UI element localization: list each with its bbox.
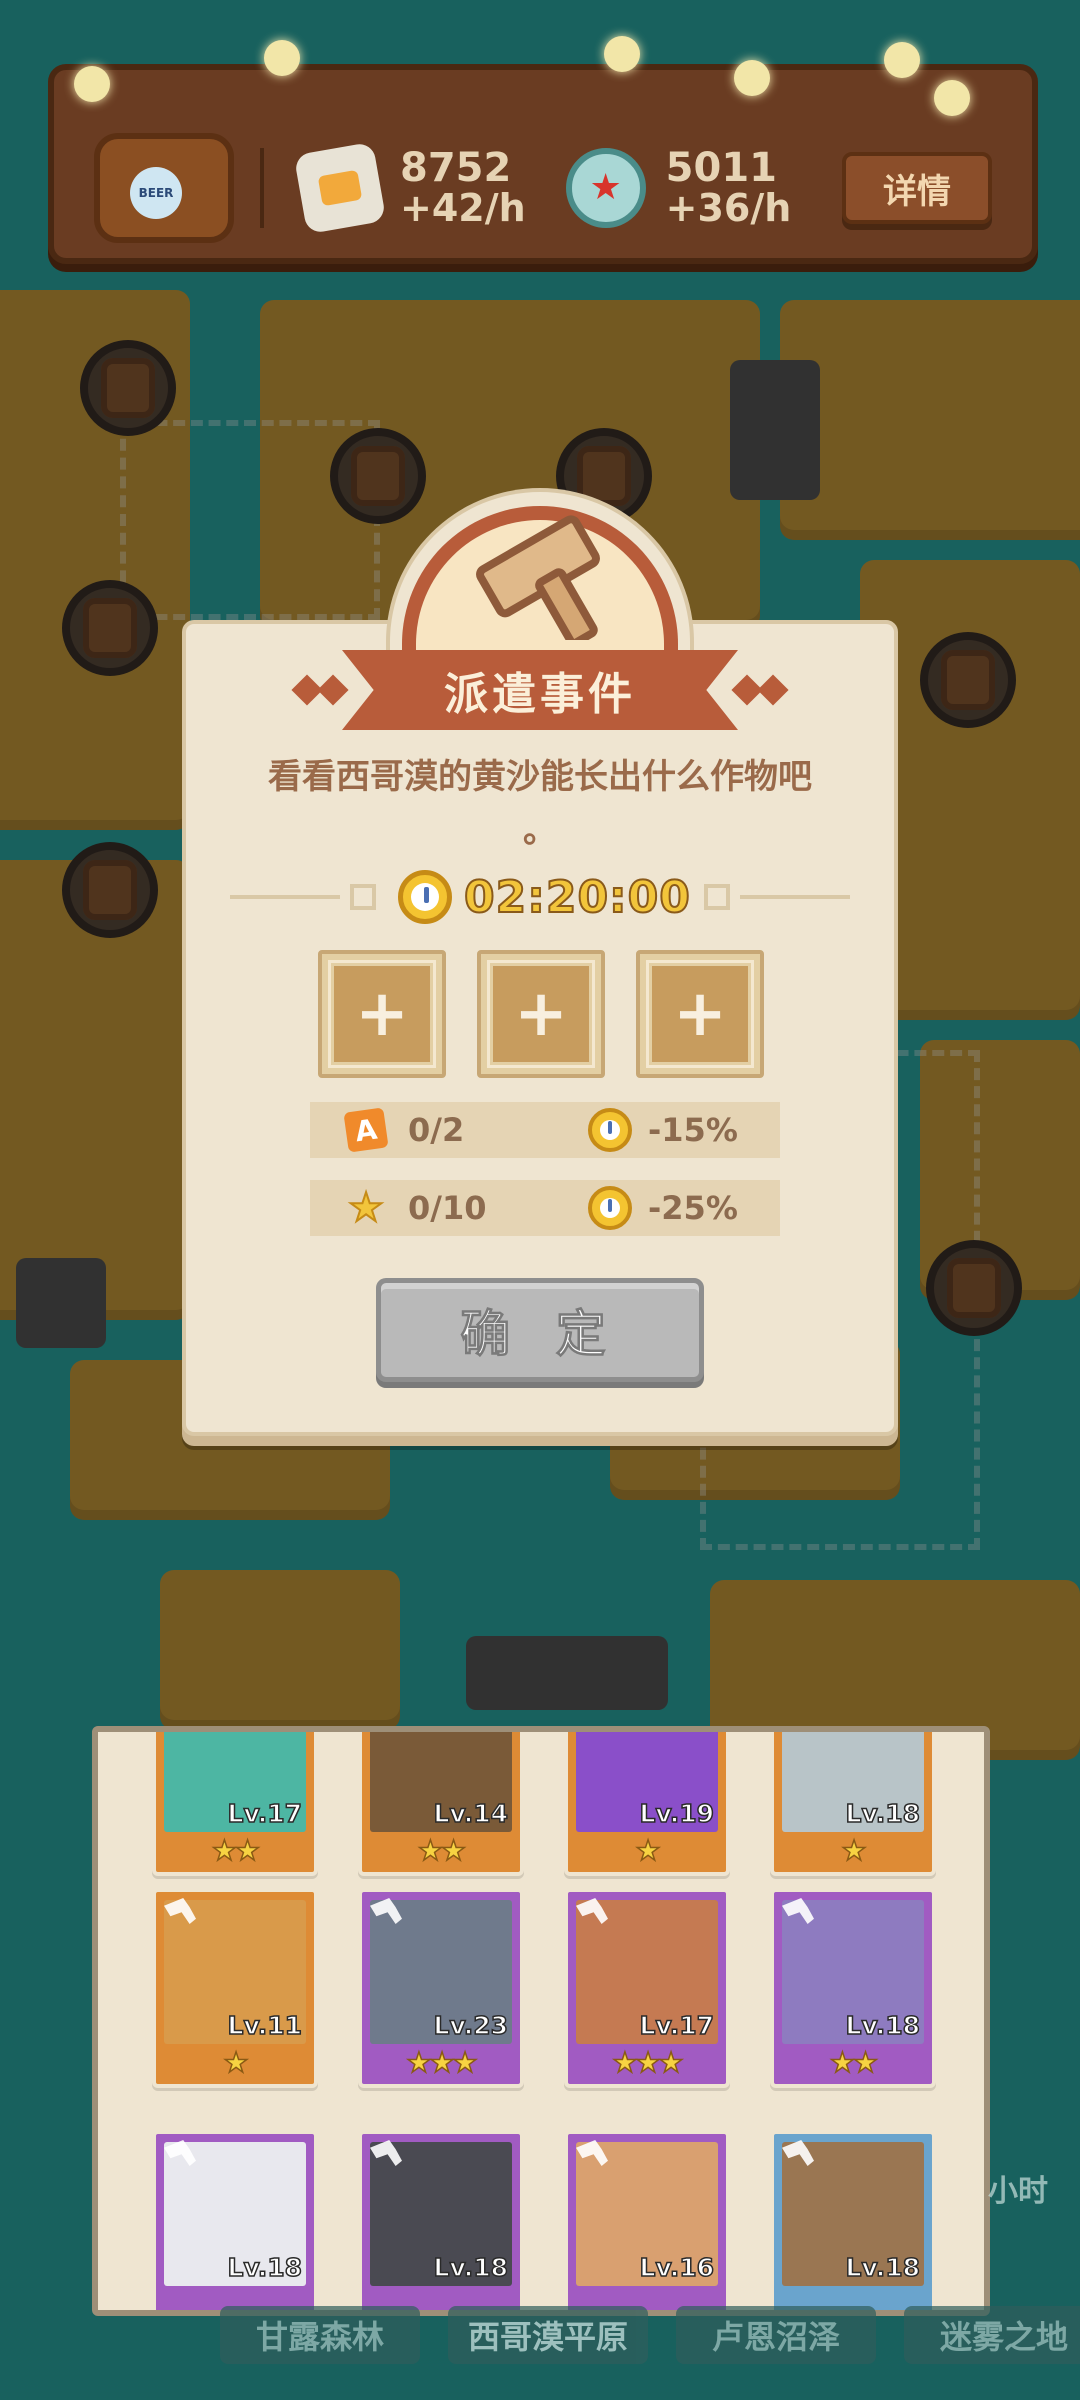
character-card[interactable]: Lv.16 xyxy=(564,2130,730,2310)
star-icon: ★ xyxy=(347,1185,385,1231)
beer-barrel-icon[interactable]: BEER xyxy=(94,133,234,243)
character-slot[interactable]: + xyxy=(318,950,446,1078)
character-card[interactable]: Lv.23 ★★★ xyxy=(358,1888,524,2088)
dispatch-slots: + + + xyxy=(318,950,764,1078)
dialog-description: 看看西哥漠的黄沙能长出什么作物吧 。 xyxy=(182,750,898,859)
add-icon: + xyxy=(673,977,727,1051)
character-card[interactable]: Lv.18 ★★ xyxy=(770,1888,936,2088)
divider xyxy=(260,148,264,228)
bottle-cap-icon xyxy=(565,147,646,228)
tab-misty-land[interactable]: 迷雾之地 xyxy=(904,2306,1080,2364)
clock-icon xyxy=(588,1108,632,1152)
region-tabs: 甘露森林 西哥漠平原 卢恩沼泽 迷雾之地 xyxy=(220,2306,1080,2364)
requirement-row: A 0/2 -15% xyxy=(310,1102,780,1158)
character-card[interactable]: Lv.18 xyxy=(152,2130,318,2310)
character-card[interactable]: Lv.17 ★★★ xyxy=(564,1888,730,2088)
character-card[interactable]: Lv.17 ★★ xyxy=(152,1732,318,1876)
character-slot[interactable]: + xyxy=(636,950,764,1078)
character-card[interactable]: Lv.11 ★ xyxy=(152,1888,318,2088)
timer-row: 02:20:00 xyxy=(230,862,850,932)
clock-icon xyxy=(588,1186,632,1230)
time-reduction: -15% xyxy=(648,1111,738,1149)
hour-label: 小时 xyxy=(988,2174,1048,2209)
food-resource: 8752 +42/h xyxy=(293,141,526,235)
character-list: Lv.17 ★★ Lv.14 ★★ Lv.19 ★ Lv.18 ★ Lv.11 … xyxy=(92,1726,990,2316)
requirement-count: 0/2 xyxy=(408,1111,465,1149)
food-amount: 8752 xyxy=(400,145,512,192)
tab-luen-swamp[interactable]: 卢恩沼泽 xyxy=(676,2306,876,2364)
caps-rate: +36/h xyxy=(665,186,792,231)
tab-xigemo-plain[interactable]: 西哥漠平原 xyxy=(448,2306,648,2364)
description-tail: 。 xyxy=(523,811,557,852)
character-card[interactable]: Lv.14 ★★ xyxy=(358,1732,524,1876)
requirement-count: 0/10 xyxy=(408,1189,487,1227)
add-icon: + xyxy=(355,977,409,1051)
add-icon: + xyxy=(514,977,568,1051)
character-card[interactable]: Lv.18 ★ xyxy=(770,1732,936,1876)
beer-label: BEER xyxy=(130,167,182,219)
clock-icon xyxy=(398,870,452,924)
character-card[interactable]: Lv.18 xyxy=(358,2130,524,2310)
hammer-icon xyxy=(476,515,600,640)
dialog-title: 派遣事件 xyxy=(342,650,738,730)
character-card[interactable]: Lv.18 xyxy=(770,2130,936,2310)
time-reduction: -25% xyxy=(648,1189,738,1227)
confirm-button[interactable]: 确 定 xyxy=(376,1278,704,1382)
character-slot[interactable]: + xyxy=(477,950,605,1078)
a-badge-icon: A xyxy=(343,1107,389,1153)
character-card[interactable]: Lv.19 ★ xyxy=(564,1732,730,1876)
dispatch-timer: 02:20:00 xyxy=(463,871,691,924)
snack-bag-icon xyxy=(293,141,387,235)
caps-amount: 5011 xyxy=(665,145,777,192)
resource-bar: BEER 8752 +42/h 5011 +36/h 详情 xyxy=(48,36,1038,264)
description-text: 看看西哥漠的黄沙能长出什么作物吧 xyxy=(268,757,812,797)
requirement-row: ★ 0/10 -25% xyxy=(310,1180,780,1236)
caps-resource: 5011 +36/h xyxy=(565,145,792,231)
food-rate: +42/h xyxy=(400,186,526,231)
details-button[interactable]: 详情 xyxy=(842,152,992,224)
tab-ganlu-forest[interactable]: 甘露森林 xyxy=(220,2306,420,2364)
